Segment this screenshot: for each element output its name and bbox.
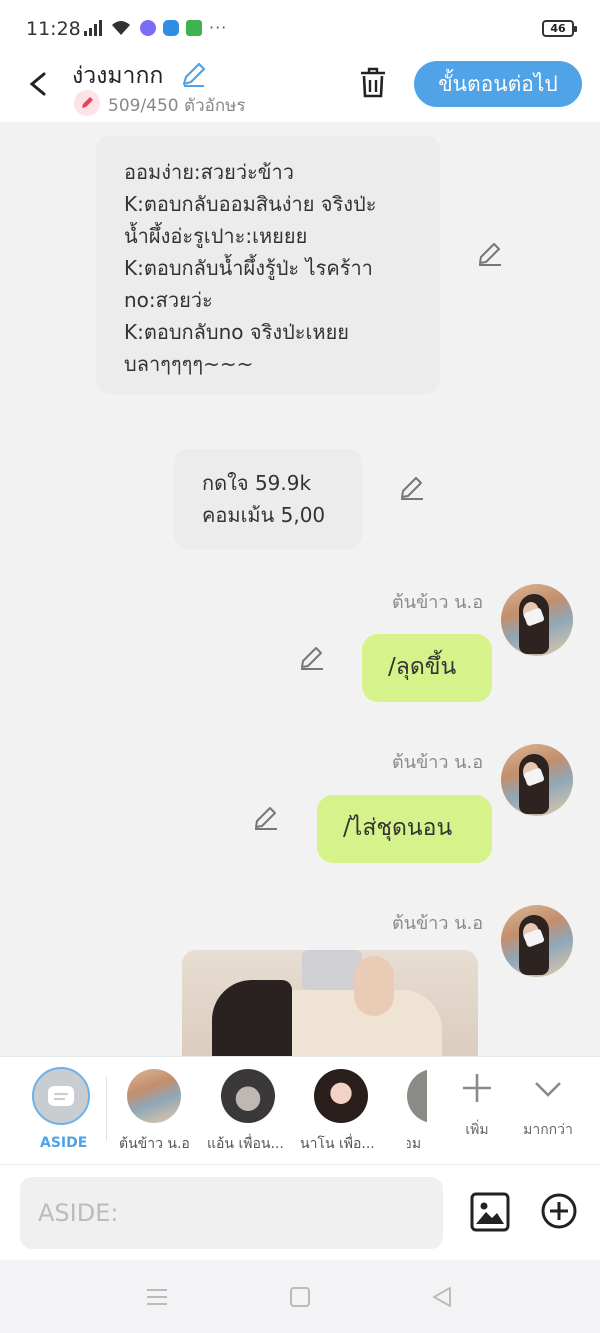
back-arrow-icon[interactable] xyxy=(24,66,54,102)
aside-line: บลาๆๆๆๆ~~~ xyxy=(124,352,254,376)
messenger-icon xyxy=(140,19,156,36)
android-icon xyxy=(186,19,202,36)
photo-message[interactable] xyxy=(182,950,478,1056)
aside-selector[interactable] xyxy=(32,1067,90,1125)
avatar[interactable] xyxy=(501,584,573,656)
aside-line: K:ตอบกลับno จริงป่ะเหยย xyxy=(124,320,349,344)
menu-icon[interactable] xyxy=(144,1284,170,1310)
avatar xyxy=(314,1069,368,1123)
chat-area[interactable]: ออมง่าย:สวยว่ะข้าว K:ตอบกลับออมสินง่าย จ… xyxy=(0,122,600,1056)
sender-name: ต้นข้าว น.อ xyxy=(392,913,484,934)
message-input[interactable] xyxy=(20,1177,443,1249)
status-icons: ··· xyxy=(84,18,227,37)
edit-message-icon[interactable] xyxy=(252,804,280,832)
sender-name: ต้นข้าว น.อ xyxy=(392,592,484,613)
aside-line: กดใจ 59.9k xyxy=(202,471,312,495)
character-name: ออม xyxy=(407,1136,422,1152)
avatar xyxy=(127,1069,181,1123)
aside-label: ASIDE xyxy=(40,1135,88,1151)
back-nav-icon[interactable] xyxy=(429,1284,455,1310)
char-count-value: 509/450 xyxy=(108,96,179,116)
aside-line: คอมเม้น 5,00 xyxy=(202,503,326,527)
avatar[interactable] xyxy=(501,905,573,977)
home-icon[interactable] xyxy=(287,1284,313,1310)
aside-line: K:ตอบกลับออมสินง่าย จริงป่ะ xyxy=(124,192,377,216)
add-character-button[interactable]: เพิ่ม xyxy=(456,1071,498,1141)
trash-icon[interactable] xyxy=(357,64,389,100)
app-header: ง่วงมากก 509/450 ตัวอักษร ขั้นตอนต่อไป xyxy=(0,58,600,122)
signal-icon xyxy=(84,19,102,36)
edit-title-icon[interactable] xyxy=(180,60,208,88)
char-counter: 509/450 ตัวอักษร xyxy=(108,92,245,119)
character-name: แอ้น เพื่อน... xyxy=(207,1136,284,1152)
character-name: ต้นข้าว น.อ xyxy=(119,1136,190,1152)
sender-name: ต้นข้าว น.อ xyxy=(392,752,484,773)
character-name: นาโน เพื่อ... xyxy=(300,1136,375,1152)
aside-line: K:ตอบกลับน้ำผึ้งรู้ป่ะ ไรคร้าา xyxy=(124,256,373,280)
aside-bubble[interactable]: กดใจ 59.9k คอมเม้น 5,00 xyxy=(174,449,362,549)
more-characters-button[interactable]: มากกว่า xyxy=(520,1071,576,1141)
story-title[interactable]: ง่วงมากก xyxy=(72,58,163,94)
next-step-button[interactable]: ขั้นตอนต่อไป xyxy=(414,61,582,107)
aside-bubble[interactable]: ออมง่าย:สวยว่ะข้าว K:ตอบกลับออมสินง่าย จ… xyxy=(96,136,440,394)
edit-message-icon[interactable] xyxy=(476,240,504,268)
app-icon xyxy=(163,19,179,36)
character-bar: ASIDE ต้นข้าว น.อ แอ้น เพื่อน... นาโน เพ… xyxy=(0,1056,600,1164)
edit-message-icon[interactable] xyxy=(398,474,426,502)
image-icon[interactable] xyxy=(470,1192,510,1232)
system-nav-bar xyxy=(0,1260,600,1333)
battery-indicator: 46 xyxy=(542,20,577,37)
avatar xyxy=(221,1069,275,1123)
aside-line: no:สวยว่ะ xyxy=(124,288,213,312)
avatar[interactable] xyxy=(501,744,573,816)
input-bar xyxy=(0,1164,600,1260)
message-icon xyxy=(48,1086,74,1106)
dialogue-bubble[interactable]: /ลุดขึ้น xyxy=(362,634,492,702)
more-label: มากกว่า xyxy=(523,1122,573,1138)
status-bar: 11:28 ··· 46 xyxy=(0,0,600,58)
status-time: 11:28 xyxy=(26,18,81,40)
more-status-icon: ··· xyxy=(209,18,228,37)
aside-line: น้ำผึ้งอ่ะรูเปาะ:เหยยย xyxy=(124,224,308,248)
aside-line: ออมง่าย:สวยว่ะข้าว xyxy=(124,160,294,184)
add-label: เพิ่ม xyxy=(465,1122,489,1138)
chevron-down-icon xyxy=(535,1082,561,1097)
edit-message-icon[interactable] xyxy=(298,644,326,672)
plus-icon xyxy=(463,1074,491,1102)
char-count-unit: ตัวอักษร xyxy=(184,96,246,116)
character-item[interactable]: ออม xyxy=(407,1069,427,1165)
avatar xyxy=(407,1069,427,1123)
add-circle-icon[interactable] xyxy=(540,1192,578,1230)
divider xyxy=(106,1077,107,1141)
wifi-icon xyxy=(112,20,130,35)
pencil-badge-icon xyxy=(74,90,100,116)
dialogue-bubble[interactable]: /ไส่ชุดนอน xyxy=(317,795,492,863)
